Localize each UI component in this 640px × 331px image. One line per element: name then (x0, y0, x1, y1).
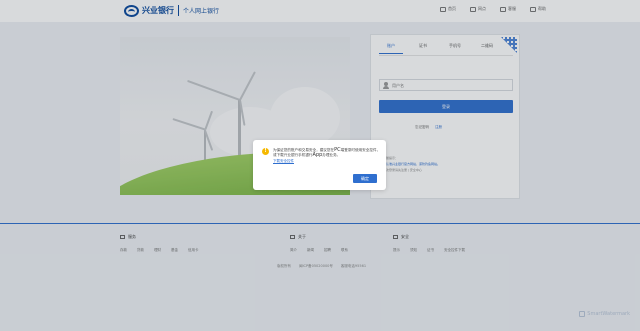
download-plugin-link[interactable]: 下载安全控件 (273, 159, 294, 164)
confirm-button[interactable]: 确定 (353, 174, 377, 183)
security-alert-dialog: ! 为保证您的账户和交易安全，建议您在PC端登录时使用安全控件，或下载兴业银行手… (253, 140, 386, 190)
dialog-message-app: App (312, 152, 323, 158)
dialog-message-part: 为保证您的账户和交易安全，建议您在 (273, 148, 335, 152)
warning-icon: ! (262, 148, 269, 155)
dialog-message-part: 办理业务。 (322, 153, 341, 157)
dialog-message: 为保证您的账户和交易安全，建议您在PC端登录时使用安全控件，或下载兴业银行手机银… (273, 148, 381, 158)
